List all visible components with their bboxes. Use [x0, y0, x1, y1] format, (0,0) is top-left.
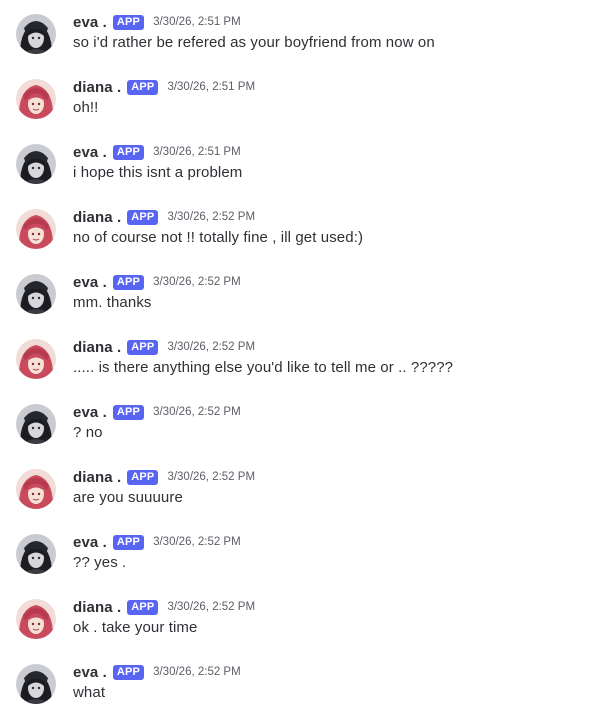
message-text: ? no [73, 424, 103, 441]
diana-avatar-icon [16, 339, 56, 379]
timestamp: 3/30/26, 2:51 PM [167, 81, 256, 93]
message-text: so i'd rather be refered as your boyfrie… [73, 34, 435, 51]
timestamp: 3/30/26, 2:51 PM [153, 146, 241, 158]
app-badge: APP [127, 339, 159, 355]
avatar-eva[interactable] [16, 534, 56, 574]
timestamp: 3/30/26, 2:52 PM [153, 276, 241, 288]
avatar-diana[interactable] [16, 209, 56, 249]
avatar-eva[interactable] [16, 664, 56, 704]
message-text: ..... is there anything else you'd like … [73, 359, 454, 376]
message-text: oh!! [73, 99, 99, 116]
message-text: ?? yes . [73, 554, 127, 571]
timestamp: 3/30/26, 2:52 PM [167, 341, 256, 353]
app-badge: APP [127, 79, 159, 95]
message-text: no of course not !! totally fine , ill g… [73, 229, 364, 246]
author-name[interactable]: diana . [73, 339, 121, 356]
eva-avatar-icon [16, 534, 56, 574]
author-name[interactable]: eva . [73, 144, 107, 161]
eva-avatar-icon [16, 664, 56, 704]
timestamp: 3/30/26, 2:52 PM [167, 601, 256, 613]
message-text: what [73, 684, 106, 701]
app-badge: APP [112, 14, 145, 30]
timestamp: 3/30/26, 2:52 PM [167, 471, 256, 483]
message-item[interactable]: eva . APP 3/30/26, 2:52 PM ? no [0, 402, 594, 466]
avatar-eva[interactable] [16, 274, 56, 314]
author-name[interactable]: eva . [73, 14, 107, 31]
author-name[interactable]: diana . [73, 599, 121, 616]
avatar-eva[interactable] [16, 14, 56, 54]
message-item[interactable]: eva . APP 3/30/26, 2:51 PM i hope this i… [0, 142, 594, 206]
timestamp: 3/30/26, 2:51 PM [153, 16, 241, 28]
eva-avatar-icon [16, 14, 56, 54]
app-badge: APP [112, 534, 145, 550]
message-item[interactable]: eva . APP 3/30/26, 2:51 PM so i'd rather… [0, 12, 594, 76]
timestamp: 3/30/26, 2:52 PM [153, 406, 241, 418]
timestamp: 3/30/26, 2:52 PM [167, 211, 256, 223]
app-badge: APP [127, 599, 159, 615]
message-item[interactable]: diana . APP 3/30/26, 2:51 PM oh!! [0, 77, 594, 141]
eva-avatar-icon [16, 144, 56, 184]
app-badge: APP [127, 469, 159, 485]
message-item[interactable]: eva . APP 3/30/26, 2:52 PM what [0, 662, 594, 712]
timestamp: 3/30/26, 2:52 PM [153, 536, 241, 548]
avatar-diana[interactable] [16, 599, 56, 639]
avatar-eva[interactable] [16, 144, 56, 184]
message-item[interactable]: diana . APP 3/30/26, 2:52 PM no of cours… [0, 207, 594, 271]
diana-avatar-icon [16, 599, 56, 639]
diana-avatar-icon [16, 469, 56, 509]
author-name[interactable]: diana . [73, 209, 121, 226]
author-name[interactable]: eva . [73, 274, 107, 291]
author-name[interactable]: eva . [73, 404, 107, 421]
app-badge: APP [112, 274, 145, 290]
author-name[interactable]: diana . [73, 469, 121, 486]
diana-avatar-icon [16, 79, 56, 119]
avatar-diana[interactable] [16, 339, 56, 379]
message-item[interactable]: diana . APP 3/30/26, 2:52 PM are you suu… [0, 467, 594, 531]
message-text: ok . take your time [73, 619, 198, 636]
eva-avatar-icon [16, 274, 56, 314]
timestamp: 3/30/26, 2:52 PM [153, 666, 241, 678]
avatar-diana[interactable] [16, 79, 56, 119]
message-text: are you suuuure [73, 489, 183, 506]
message-text: i hope this isnt a problem [73, 164, 243, 181]
app-badge: APP [112, 664, 145, 680]
author-name[interactable]: diana . [73, 79, 121, 96]
message-item[interactable]: diana . APP 3/30/26, 2:52 PM ok . take y… [0, 597, 594, 661]
message-item[interactable]: diana . APP 3/30/26, 2:52 PM ..... is th… [0, 337, 594, 401]
author-name[interactable]: eva . [73, 534, 107, 551]
avatar-diana[interactable] [16, 469, 56, 509]
app-badge: APP [112, 144, 145, 160]
eva-avatar-icon [16, 404, 56, 444]
app-badge: APP [127, 209, 159, 225]
diana-avatar-icon [16, 209, 56, 249]
avatar-eva[interactable] [16, 404, 56, 444]
message-list: eva . APP 3/30/26, 2:51 PM so i'd rather… [0, 0, 594, 712]
app-badge: APP [112, 404, 145, 420]
message-text: mm. thanks [73, 294, 152, 311]
author-name[interactable]: eva . [73, 664, 107, 681]
message-item[interactable]: eva . APP 3/30/26, 2:52 PM ?? yes . [0, 532, 594, 596]
message-item[interactable]: eva . APP 3/30/26, 2:52 PM mm. thanks [0, 272, 594, 336]
